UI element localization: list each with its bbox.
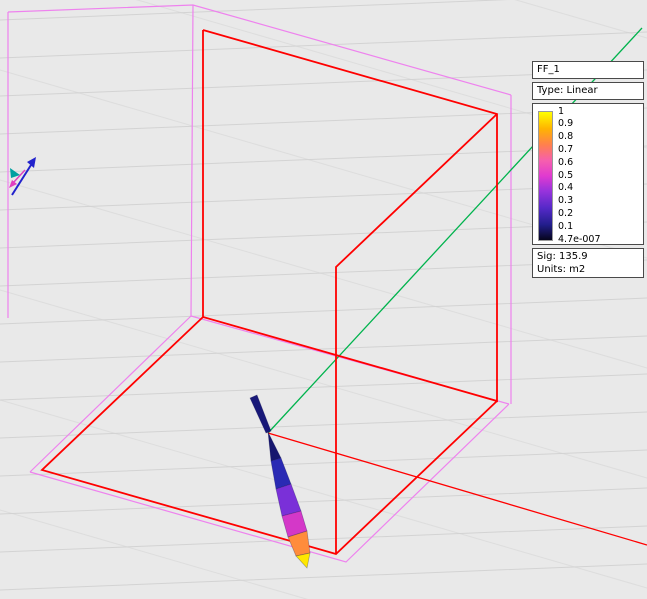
colorbar-tick: 0.9 bbox=[558, 118, 640, 129]
colorbar-gradient bbox=[539, 112, 552, 240]
colorbar-tick: 0.6 bbox=[558, 157, 640, 168]
legend-type: Type: Linear bbox=[537, 85, 598, 96]
legend-stats-box: Sig: 135.9 Units: m2 bbox=[532, 248, 644, 278]
legend-type-box: Type: Linear bbox=[532, 82, 644, 100]
legend-units: Units: m2 bbox=[537, 263, 639, 276]
legend-title: FF_1 bbox=[537, 64, 560, 75]
colorbar-tick: 1 bbox=[558, 106, 640, 117]
legend-title-box: FF_1 bbox=[532, 61, 644, 79]
colorbar-gradient-rect bbox=[539, 112, 552, 240]
colorbar-tick: 0.4 bbox=[558, 182, 640, 193]
legend-sig: Sig: 135.9 bbox=[537, 250, 639, 263]
colorbar bbox=[538, 111, 553, 241]
colorbar-tick: 0.7 bbox=[558, 144, 640, 155]
colorbar-tick: 0.8 bbox=[558, 131, 640, 142]
colorbar-tick: 0.5 bbox=[558, 170, 640, 181]
farfield-legend[interactable]: FF_1 Type: Linear 1 0.9 0.8 0.7 0.6 0.5 … bbox=[532, 61, 644, 281]
colorbar-tick: 0.1 bbox=[558, 221, 640, 232]
colorbar-tick: 0.2 bbox=[558, 208, 640, 219]
legend-scale-box: 1 0.9 0.8 0.7 0.6 0.5 0.4 0.3 0.2 0.1 4.… bbox=[532, 103, 644, 245]
colorbar-tick: 0.3 bbox=[558, 195, 640, 206]
3d-viewport[interactable]: FF_1 Type: Linear 1 0.9 0.8 0.7 0.6 0.5 … bbox=[0, 0, 647, 599]
colorbar-tick: 4.7e-007 bbox=[558, 234, 640, 245]
